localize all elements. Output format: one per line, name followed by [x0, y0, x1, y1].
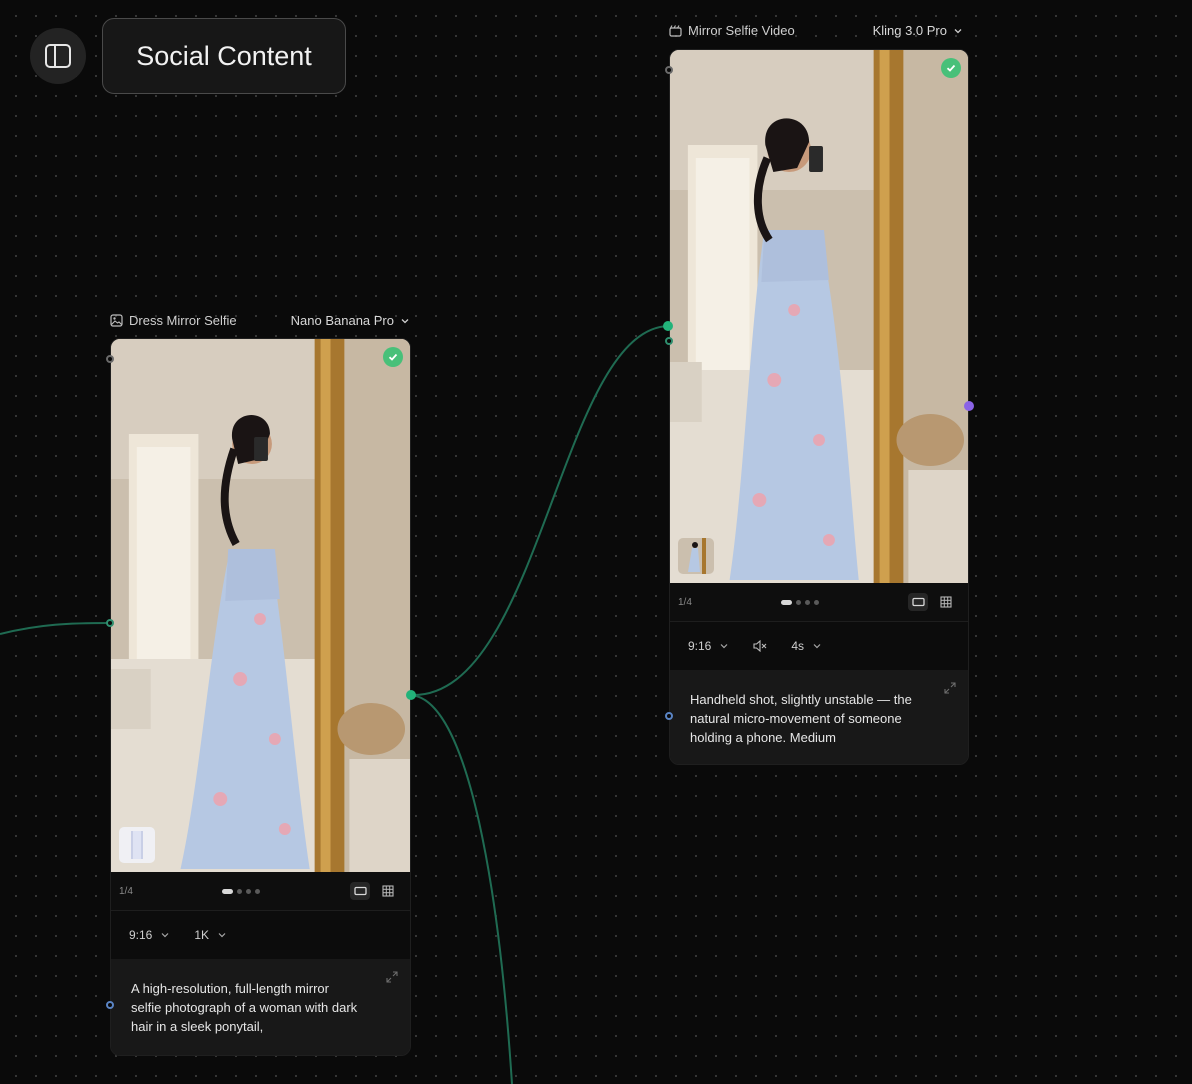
grid-view-button[interactable]	[936, 593, 956, 611]
image-prompt[interactable]: A high-resolution, full-length mirror se…	[111, 959, 410, 1055]
page-dot[interactable]	[795, 599, 801, 605]
video-input-port[interactable]	[663, 321, 673, 331]
grid-view-button[interactable]	[378, 882, 398, 900]
single-view-icon	[911, 597, 925, 607]
video-toolbar: 1/4	[670, 583, 968, 622]
pagination-dots[interactable]	[222, 888, 261, 894]
expand-icon[interactable]	[386, 971, 398, 983]
node-header-image: Dress Mirror Selfie Nano Banana Pro	[110, 313, 410, 328]
page-indicator: 1/4	[678, 596, 692, 608]
wire-incoming-image	[0, 622, 111, 635]
model-name: Nano Banana Pro	[290, 313, 394, 328]
page-indicator: 1/4	[119, 885, 133, 897]
image-prompt-port[interactable]	[106, 1001, 114, 1009]
video-node-card[interactable]: 1/4 9:16 4s Handheld shot, slightly unst…	[669, 49, 969, 765]
aspect-ratio-select[interactable]: 9:16	[688, 639, 729, 653]
chevron-down-icon	[720, 644, 728, 649]
canvas-title[interactable]: Social Content	[102, 18, 346, 94]
grid-icon	[940, 596, 952, 608]
single-view-button[interactable]	[350, 882, 370, 900]
image-node-card[interactable]: 1/4 9:16 1K A high-resolution, full-leng…	[110, 338, 411, 1056]
chevron-down-icon	[813, 644, 821, 649]
model-selector[interactable]: Kling 3.0 Pro	[873, 23, 963, 38]
video-prompt[interactable]: Handheld shot, slightly unstable — the n…	[670, 670, 968, 764]
prompt-text: A high-resolution, full-length mirror se…	[131, 981, 358, 1034]
aspect-ratio-select[interactable]: 9:16	[129, 928, 170, 942]
model-name: Kling 3.0 Pro	[872, 23, 947, 38]
video-icon	[669, 25, 682, 37]
node-label: Dress Mirror Selfie	[129, 313, 237, 328]
reference-thumbnail[interactable]	[119, 827, 155, 863]
sidebar-toggle-button[interactable]	[30, 28, 86, 84]
page-dot[interactable]	[780, 599, 792, 605]
resolution-select[interactable]: 1K	[194, 928, 227, 942]
resolution-value: 1K	[194, 928, 210, 942]
sidebar-icon	[45, 44, 71, 68]
page-dot[interactable]	[222, 888, 234, 894]
video-node-port-top[interactable]	[665, 66, 673, 74]
video-output-port[interactable]	[964, 401, 974, 411]
wire-image-to-video	[410, 325, 669, 697]
page-dot[interactable]	[246, 888, 252, 894]
generated-video[interactable]	[670, 50, 968, 583]
audio-toggle[interactable]	[753, 640, 767, 652]
page-dot[interactable]	[255, 888, 261, 894]
source-thumbnail[interactable]	[678, 538, 714, 574]
chevron-down-icon	[401, 318, 409, 323]
chevron-down-icon	[954, 28, 962, 33]
wire-image-downstream	[410, 694, 513, 1084]
aspect-ratio-value: 9:16	[129, 928, 153, 942]
page-dot[interactable]	[813, 599, 819, 605]
image-node-port-top[interactable]	[106, 355, 114, 363]
duration-value: 4s	[791, 639, 805, 653]
single-view-button[interactable]	[908, 593, 928, 611]
mirror-selfie-video-frame	[670, 50, 968, 583]
mirror-selfie-photo	[111, 339, 410, 872]
success-check-icon	[383, 347, 403, 367]
model-selector[interactable]: Nano Banana Pro	[291, 313, 410, 328]
grid-icon	[382, 885, 394, 897]
page-dot[interactable]	[804, 599, 810, 605]
image-output-port[interactable]	[406, 690, 416, 700]
success-check-icon	[941, 58, 961, 78]
page-dot[interactable]	[237, 888, 243, 894]
video-input-port-secondary[interactable]	[665, 337, 673, 345]
image-settings-row: 9:16 1K	[111, 911, 410, 959]
video-settings-row: 9:16 4s	[670, 622, 968, 670]
chevron-down-icon	[161, 933, 169, 938]
node-header-video: Mirror Selfie Video Kling 3.0 Pro	[669, 23, 963, 38]
image-toolbar: 1/4	[111, 872, 410, 911]
expand-icon[interactable]	[944, 682, 956, 694]
aspect-ratio-value: 9:16	[688, 639, 712, 653]
chevron-down-icon	[218, 933, 226, 938]
video-prompt-port[interactable]	[665, 712, 673, 720]
prompt-text: Handheld shot, slightly unstable — the n…	[690, 692, 912, 745]
node-label: Mirror Selfie Video	[688, 23, 795, 38]
mute-icon	[753, 640, 767, 652]
image-input-port[interactable]	[106, 619, 114, 627]
image-icon	[110, 314, 123, 327]
single-view-icon	[353, 886, 367, 896]
duration-select[interactable]: 4s	[791, 639, 822, 653]
pagination-dots[interactable]	[780, 599, 819, 605]
generated-image[interactable]	[111, 339, 410, 872]
